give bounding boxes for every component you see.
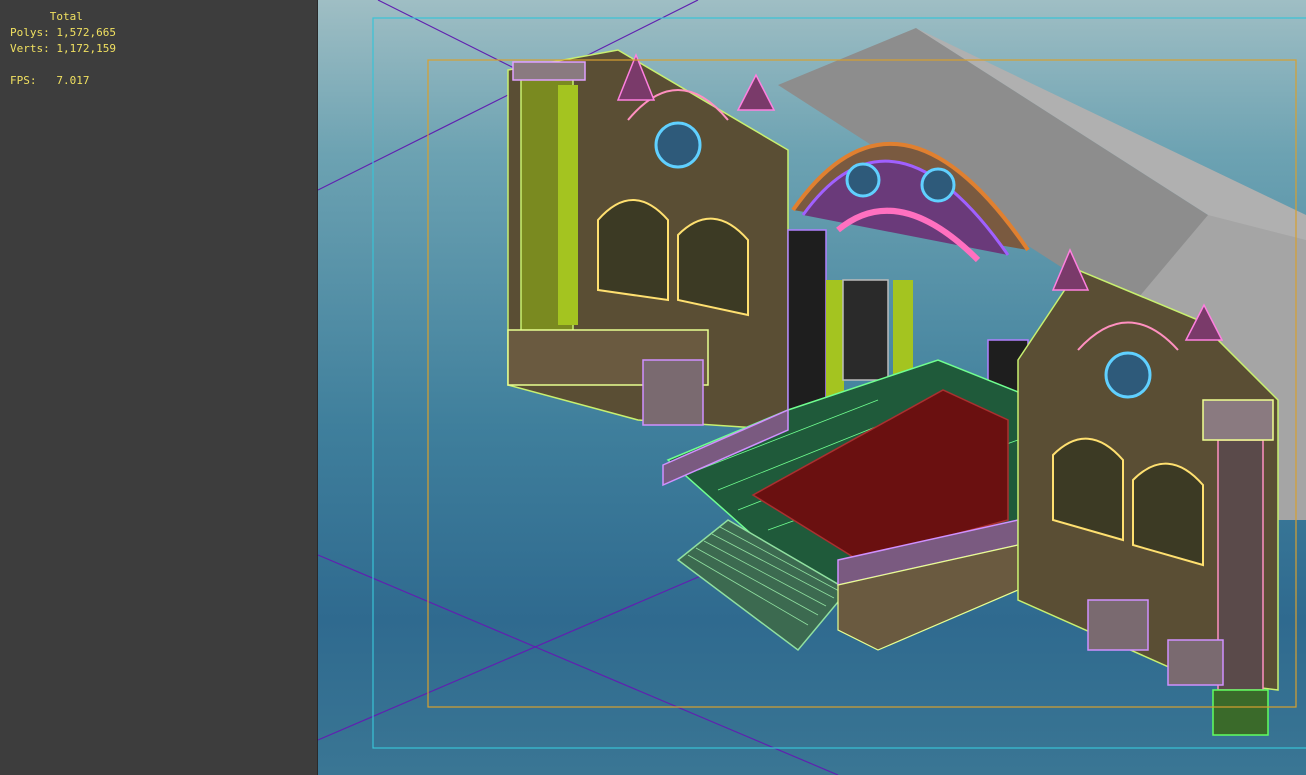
polys-stat: Polys: 1,572,665 bbox=[10, 26, 116, 39]
verts-stat: Verts: 1,172,159 bbox=[10, 42, 116, 55]
statistics-panel: Total Polys: 1,572,665 Verts: 1,172,159 … bbox=[0, 0, 318, 775]
viewport-scene[interactable] bbox=[318, 0, 1306, 775]
fps-stat: FPS: 7.017 bbox=[10, 74, 90, 87]
scene-statistics: Total Polys: 1,572,665 Verts: 1,172,159 … bbox=[10, 9, 116, 89]
3d-viewport[interactable] bbox=[318, 0, 1306, 775]
stats-header: Total bbox=[49, 10, 83, 23]
